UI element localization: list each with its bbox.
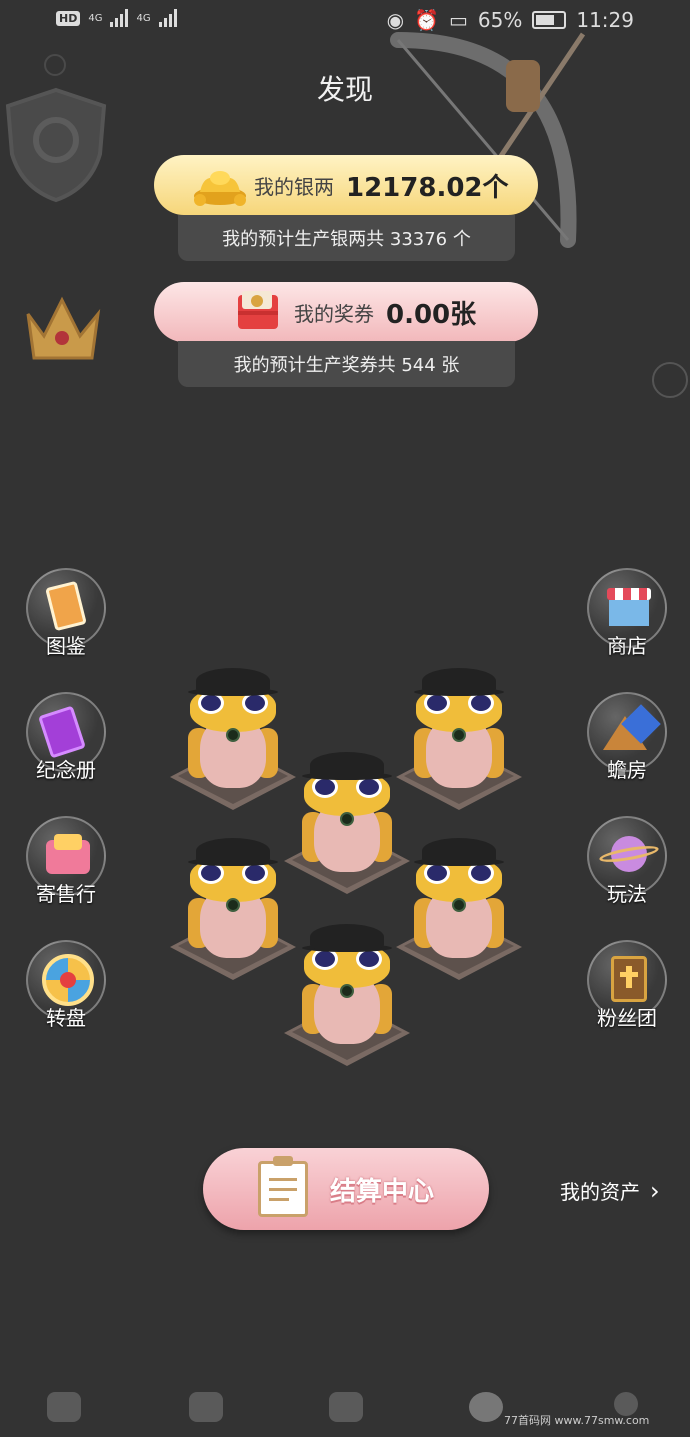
clipboard-icon <box>257 1156 308 1217</box>
silver-estimate: 我的预计生产银两共 33376 个 <box>178 215 515 261</box>
signal-icon <box>110 9 129 27</box>
menu-label: 图鉴 <box>46 634 86 658</box>
silver-value: 12178.02个 <box>346 172 509 203</box>
menu-album[interactable]: 纪念册 <box>24 692 108 783</box>
clock: 11:29 <box>576 8 634 32</box>
settlement-center-button[interactable]: 结算中心 <box>203 1148 489 1230</box>
tab-bag[interactable] <box>326 1392 366 1428</box>
ticket-balance-pill[interactable]: 我的奖券 0.00张 <box>154 282 538 342</box>
menu-gameplay[interactable]: 玩法 <box>585 816 669 907</box>
ticket-estimate: 我的预计生产奖券共 544 张 <box>178 341 515 387</box>
page-title: 发现 <box>316 73 373 106</box>
my-assets-label: 我的资产 <box>560 1180 640 1204</box>
silver-balance-pill[interactable]: 我的银两 12178.02个 <box>154 155 538 215</box>
menu-label: 粉丝团 <box>597 1006 657 1030</box>
red-envelope-icon <box>238 291 278 329</box>
status-bar: HD 4G 4G ◉ ⏰ ▭ 65% 11:29 <box>0 0 690 40</box>
toad-slot[interactable] <box>272 922 422 1072</box>
eye-icon: ◉ <box>386 8 405 32</box>
toad-farm <box>150 660 550 1090</box>
gift-icon <box>189 1392 223 1422</box>
bag-icon <box>329 1392 363 1422</box>
home-icon <box>47 1392 81 1422</box>
gold-ingot-icon <box>194 171 246 206</box>
sim2-label: 4G <box>136 12 151 24</box>
my-assets-link[interactable]: 我的资产 › <box>560 1176 660 1205</box>
bubble-decoration <box>652 362 688 398</box>
hd-badge: HD <box>56 10 81 26</box>
menu-lucky-wheel[interactable]: 转盘 <box>24 940 108 1031</box>
menu-label: 蟾房 <box>607 758 647 782</box>
sim1-label: 4G <box>88 12 103 24</box>
menu-card-book[interactable]: 图鉴 <box>24 568 108 659</box>
battery-percent: 65% <box>477 8 523 32</box>
vibrate-icon: ▭ <box>449 8 468 32</box>
menu-consignment[interactable]: 寄售行 <box>24 816 108 907</box>
alarm-icon: ⏰ <box>414 8 439 32</box>
menu-fan-club[interactable]: 粉丝团 <box>585 940 669 1031</box>
crown-decoration-icon <box>26 296 101 360</box>
menu-label: 纪念册 <box>36 758 96 782</box>
battery-icon <box>532 11 567 29</box>
menu-label: 商店 <box>607 634 647 658</box>
menu-toad-house[interactable]: 蟾房 <box>585 692 669 783</box>
chevron-right-icon: › <box>650 1176 660 1205</box>
silver-label: 我的银两 <box>254 174 334 199</box>
planet-tab-icon <box>469 1392 503 1422</box>
tab-discover[interactable] <box>466 1392 506 1428</box>
ticket-value: 0.00张 <box>386 299 477 330</box>
menu-label: 玩法 <box>607 882 647 906</box>
menu-shop[interactable]: 商店 <box>585 568 669 659</box>
tab-home[interactable] <box>44 1392 84 1428</box>
menu-label: 寄售行 <box>36 882 96 906</box>
ticket-label: 我的奖券 <box>294 301 374 326</box>
settlement-center-label: 结算中心 <box>329 1176 434 1207</box>
bottom-tab-bar <box>0 1380 690 1437</box>
menu-label: 转盘 <box>46 1006 86 1030</box>
tab-gifts[interactable] <box>186 1392 226 1428</box>
signal-icon <box>158 9 177 27</box>
watermark: 77首码网 www.77smw.com <box>504 1414 650 1427</box>
